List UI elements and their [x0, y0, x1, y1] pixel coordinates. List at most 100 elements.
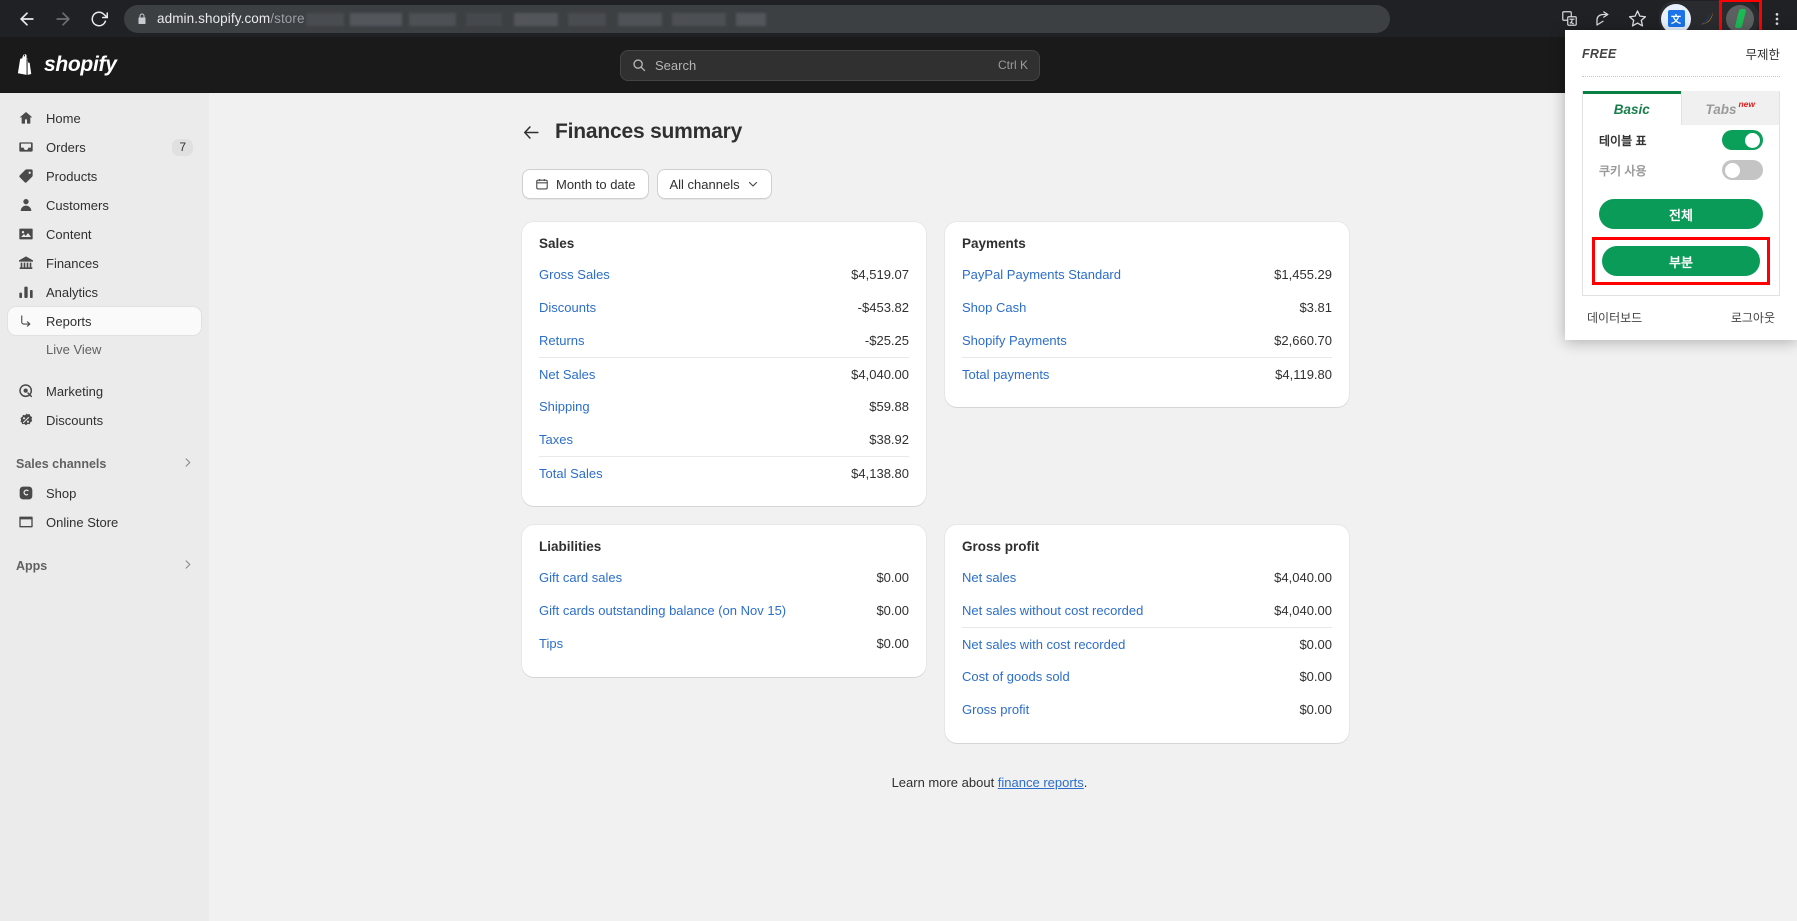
toggle-row-table[interactable]: 테이블 표 [1583, 125, 1779, 155]
table-row[interactable]: Cost of goods sold $0.00 [962, 660, 1332, 693]
table-row[interactable]: Discounts -$453.82 [539, 291, 909, 324]
customers-person-icon [16, 196, 35, 215]
table-row[interactable]: Net Sales $4,040.00 [539, 357, 909, 390]
sidebar-section-sales-channels[interactable]: Sales channels [0, 453, 209, 475]
partial-capture-button[interactable]: 부분 [1602, 246, 1760, 276]
table-row[interactable]: Shipping $59.88 [539, 390, 909, 423]
popup-footer: 데이터보드 로그아웃 [1582, 296, 1780, 328]
plan-label: FREE [1582, 46, 1617, 61]
table-row[interactable]: Total payments $4,119.80 [962, 357, 1332, 390]
sidebar-item-shop[interactable]: Shop [8, 479, 201, 507]
row-label[interactable]: Gift card sales [539, 570, 622, 585]
dashboard-link[interactable]: 데이터보드 [1587, 309, 1642, 326]
row-label[interactable]: Gross profit [962, 702, 1029, 717]
row-value: -$25.25 [864, 333, 909, 348]
chevron-right-icon[interactable] [182, 559, 193, 573]
row-label[interactable]: Taxes [539, 432, 573, 447]
sidebar-item-live-view[interactable]: Live View [8, 336, 201, 362]
row-label[interactable]: Net sales [962, 570, 1016, 585]
table-row[interactable]: Gross profit $0.00 [962, 693, 1332, 726]
sidebar-item-marketing[interactable]: Marketing [8, 377, 201, 405]
shopify-logo[interactable]: shopify [0, 53, 209, 77]
table-row[interactable]: Returns -$25.25 [539, 324, 909, 357]
row-label[interactable]: Tips [539, 636, 563, 651]
sidebar-item-home[interactable]: Home [8, 104, 201, 132]
new-badge: new [1738, 98, 1756, 109]
table-row[interactable]: Total Sales $4,138.80 [539, 456, 909, 489]
row-value: $4,138.80 [851, 465, 909, 481]
table-row[interactable]: Net sales $4,040.00 [962, 561, 1332, 594]
sidebar-label: Orders [46, 139, 86, 155]
table-row[interactable]: Gift cards outstanding balance (on Nov 1… [539, 594, 909, 627]
row-label[interactable]: Shopify Payments [962, 333, 1067, 348]
sidebar-section-apps[interactable]: Apps [0, 555, 209, 577]
toggle-row-cookie[interactable]: 쿠키 사용 [1583, 155, 1779, 185]
row-label[interactable]: Returns [539, 333, 585, 348]
table-capture-extension-icon[interactable] [1726, 4, 1754, 33]
content-image-icon [16, 225, 35, 244]
sidebar-item-discounts[interactable]: Discounts [8, 406, 201, 434]
sidebar-item-customers[interactable]: Customers [8, 191, 201, 219]
table-row[interactable]: Shopify Payments $2,660.70 [962, 324, 1332, 357]
row-label[interactable]: Gross Sales [539, 267, 610, 282]
tab-basic[interactable]: Basic [1583, 91, 1681, 125]
learn-more-text: Learn more about finance reports. [209, 775, 1797, 790]
sidebar-item-online-store[interactable]: Online Store [8, 508, 201, 536]
google-translate-extension-icon[interactable]: 文 [1661, 3, 1691, 34]
row-label[interactable]: Shipping [539, 399, 590, 414]
sidebar-item-orders[interactable]: Orders 7 [8, 133, 201, 161]
filter-channels[interactable]: All channels [656, 169, 772, 199]
row-label[interactable]: Net sales with cost recorded [962, 637, 1125, 652]
reload-icon[interactable] [82, 2, 116, 36]
logout-link[interactable]: 로그아웃 [1731, 309, 1775, 326]
back-arrow-icon[interactable] [10, 2, 44, 36]
switch-knob [1725, 162, 1740, 178]
table-row[interactable]: Shop Cash $3.81 [962, 291, 1332, 324]
table-row[interactable]: Tips $0.00 [539, 627, 909, 660]
address-bar[interactable]: admin.shopify.com/store [124, 4, 1390, 33]
table-row[interactable]: Net sales without cost recorded $4,040.0… [962, 594, 1332, 627]
sidebar-label: Live View [46, 341, 102, 357]
marketing-target-icon [16, 382, 35, 401]
sidebar-item-content[interactable]: Content [8, 220, 201, 248]
row-label[interactable]: Cost of goods sold [962, 669, 1070, 684]
table-row[interactable]: Gross Sales $4,519.07 [539, 258, 909, 291]
learn-more-prefix: Learn more about [891, 775, 998, 790]
plan-value: 무제한 [1745, 48, 1780, 62]
back-arrow-icon[interactable] [522, 123, 541, 142]
browser-chrome: admin.shopify.com/store 文 [0, 0, 1797, 40]
table-row[interactable]: PayPal Payments Standard $1,455.29 [962, 258, 1332, 291]
row-label[interactable]: Net sales without cost recorded [962, 603, 1143, 618]
full-capture-button[interactable]: 전체 [1599, 199, 1763, 229]
row-label[interactable]: Shop Cash [962, 300, 1026, 315]
row-label[interactable]: Total payments [962, 367, 1049, 382]
sidebar-item-analytics[interactable]: Analytics [8, 278, 201, 306]
row-label[interactable]: PayPal Payments Standard [962, 267, 1121, 282]
url-path: /store [270, 11, 305, 26]
row-label[interactable]: Net Sales [539, 367, 595, 382]
row-label[interactable]: Gift cards outstanding balance (on Nov 1… [539, 603, 786, 618]
sidebar-item-reports[interactable]: Reports [8, 307, 201, 335]
row-label[interactable]: Total Sales [539, 466, 603, 481]
finances-bank-icon [16, 254, 35, 273]
search-input[interactable]: Search Ctrl K [620, 49, 1040, 81]
cookie-toggle-switch[interactable] [1722, 160, 1763, 180]
extension-popup: FREE 무제한 Basic Tabs new 테이블 표 쿠키 사용 전체 부… [1565, 30, 1797, 340]
tab-tabs[interactable]: Tabs new [1680, 91, 1779, 125]
finance-reports-link[interactable]: finance reports [998, 775, 1084, 790]
wave-extension-icon[interactable] [1692, 4, 1722, 34]
sidebar-item-products[interactable]: Products [8, 162, 201, 190]
page-title: Finances summary [555, 120, 743, 143]
table-row[interactable]: Net sales with cost recorded $0.00 [962, 627, 1332, 660]
forward-arrow-icon[interactable] [46, 2, 80, 36]
table-row[interactable]: Gift card sales $0.00 [539, 561, 909, 594]
chevron-right-icon[interactable] [182, 457, 193, 471]
card-liabilities: Liabilities Gift card sales $0.00 Gift c… [522, 525, 926, 677]
row-label[interactable]: Discounts [539, 300, 596, 315]
table-row[interactable]: Taxes $38.92 [539, 423, 909, 456]
table-toggle-switch[interactable] [1722, 130, 1763, 150]
row-value: $3.81 [1299, 300, 1332, 315]
shopify-wordmark: shopify [44, 53, 117, 76]
sidebar-item-finances[interactable]: Finances [8, 249, 201, 277]
filter-date-range[interactable]: Month to date [522, 169, 649, 199]
